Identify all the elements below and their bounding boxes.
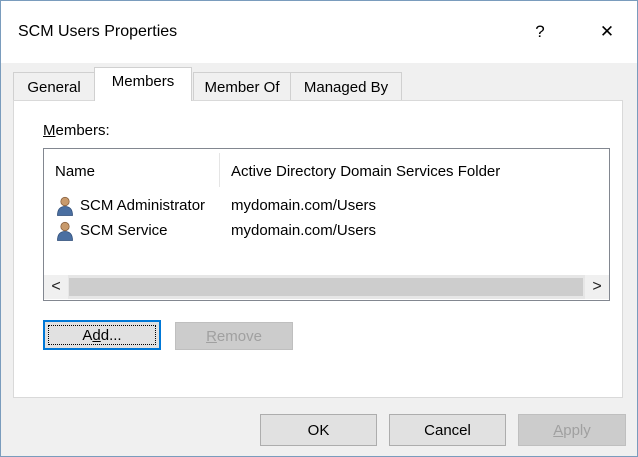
tab-member-of-label: Member Of xyxy=(204,78,280,96)
column-header-name[interactable]: Name xyxy=(55,163,95,180)
dialog-title: SCM Users Properties xyxy=(18,23,178,40)
ok-button[interactable]: OK xyxy=(260,414,377,446)
scroll-left-button[interactable]: < xyxy=(44,275,68,299)
focus-rectangle xyxy=(48,325,156,345)
remove-button[interactable]: Remove xyxy=(175,322,293,350)
chevron-left-icon: < xyxy=(51,278,61,295)
members-label: Members: xyxy=(43,122,110,139)
cancel-button[interactable]: Cancel xyxy=(389,414,506,446)
horizontal-scrollbar[interactable]: < > xyxy=(44,275,609,299)
chevron-right-icon: > xyxy=(592,278,602,295)
close-button[interactable]: ✕ xyxy=(584,15,630,49)
scroll-right-button[interactable]: > xyxy=(585,275,609,299)
list-item[interactable]: SCM Service mydomain.com/Users xyxy=(44,220,609,244)
help-button[interactable]: ? xyxy=(517,15,563,49)
user-icon xyxy=(57,196,73,216)
close-icon: ✕ xyxy=(599,22,615,41)
tab-members[interactable]: Members xyxy=(94,67,192,101)
member-name: SCM Administrator xyxy=(80,197,206,214)
column-header-folder[interactable]: Active Directory Domain Services Folder xyxy=(231,163,500,180)
apply-button-label: Apply xyxy=(553,421,591,439)
remove-button-label: Remove xyxy=(206,327,262,345)
ok-button-label: OK xyxy=(307,421,330,439)
member-folder: mydomain.com/Users xyxy=(231,222,377,239)
members-list[interactable]: Name Active Directory Domain Services Fo… xyxy=(43,148,610,301)
scroll-thumb[interactable] xyxy=(69,278,583,296)
member-name: SCM Service xyxy=(80,222,168,239)
tab-members-label: Members xyxy=(111,73,175,90)
apply-button[interactable]: Apply xyxy=(518,414,626,446)
column-divider[interactable] xyxy=(219,153,220,187)
help-icon: ? xyxy=(535,22,545,41)
tab-general-label: General xyxy=(27,78,81,96)
properties-dialog: SCM Users Properties ? ✕ General Members… xyxy=(0,0,638,457)
tab-member-of[interactable]: Member Of xyxy=(193,72,291,101)
tab-managed-by-label: Managed By xyxy=(303,78,389,96)
cancel-button-label: Cancel xyxy=(424,421,471,439)
title-bar[interactable]: SCM Users Properties ? ✕ xyxy=(1,1,637,63)
tab-general[interactable]: General xyxy=(13,72,95,101)
add-button[interactable]: Add... xyxy=(43,320,161,350)
list-item[interactable]: SCM Administrator mydomain.com/Users xyxy=(44,195,609,219)
member-folder: mydomain.com/Users xyxy=(231,197,377,214)
user-icon xyxy=(57,221,73,241)
tab-managed-by[interactable]: Managed By xyxy=(290,72,402,101)
